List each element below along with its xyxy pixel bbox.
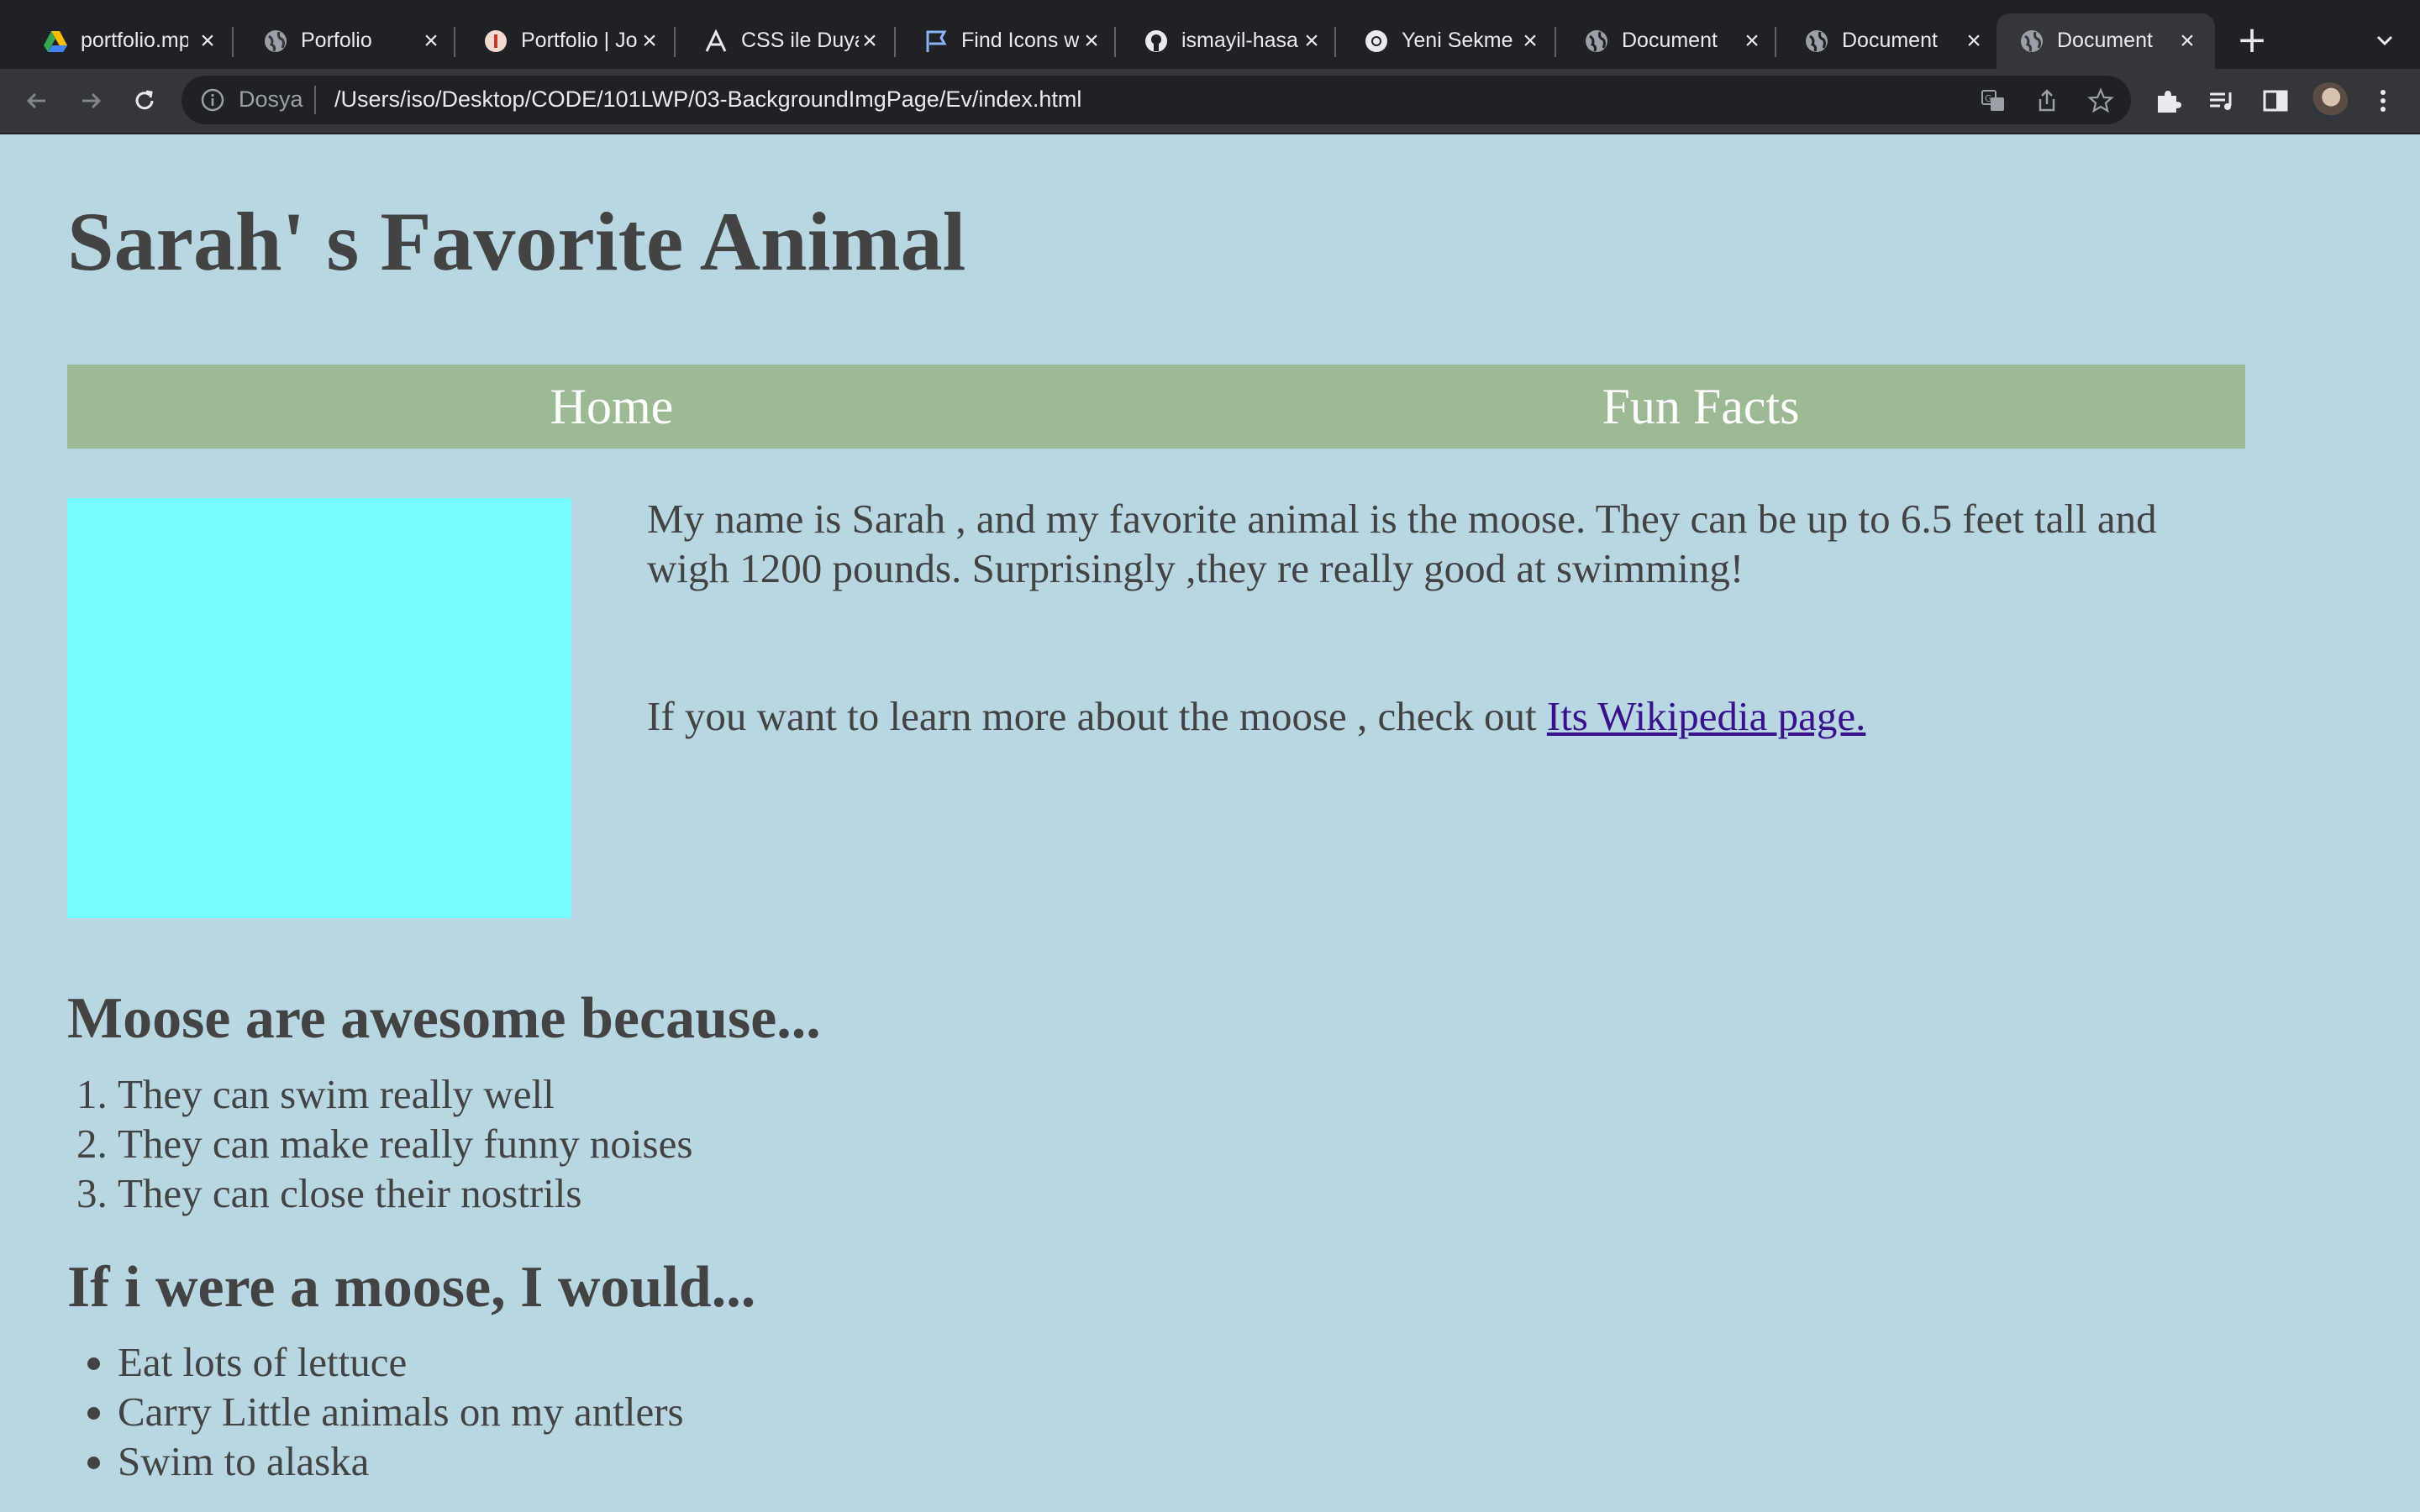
page-title: Sarah' s Favorite Animal xyxy=(67,195,966,288)
intro-paragraph: My name is Sarah , and my favorite anima… xyxy=(647,496,2157,591)
side-panel-icon[interactable] xyxy=(2259,84,2292,118)
new-tab-plus-icon[interactable]: + xyxy=(2235,22,2269,59)
tab-separator xyxy=(1555,27,1556,57)
tab-separator xyxy=(454,27,455,57)
flag-icon xyxy=(924,29,948,53)
tab-title: Yeni Sekme xyxy=(1402,29,1513,52)
media-queue-icon[interactable] xyxy=(2205,84,2238,118)
site-logo-icon xyxy=(484,29,508,53)
tab-document-2[interactable]: Document × xyxy=(1781,13,1991,69)
nav-bar: Home Fun Facts xyxy=(67,365,2245,449)
tab-porfolio[interactable]: Porfolio × xyxy=(240,13,450,69)
address-bar[interactable]: Dosya /Users/iso/Desktop/CODE/101LWP/03-… xyxy=(182,76,2131,124)
moose-image-placeholder xyxy=(67,498,571,918)
tab-title: portfolio.mp4 xyxy=(81,29,188,52)
tab-close-icon[interactable]: × xyxy=(857,29,882,54)
list-item: Swim to alaska xyxy=(118,1436,684,1486)
share-icon[interactable] xyxy=(2033,87,2060,114)
profile-avatar[interactable] xyxy=(2311,82,2348,119)
nav-link-fun-facts[interactable]: Fun Facts xyxy=(1156,365,2245,449)
tab-separator xyxy=(1114,27,1116,57)
tab-portfolio-jo[interactable]: Portfolio | Jo × xyxy=(460,13,671,69)
globe-icon xyxy=(2020,29,2044,53)
tab-close-icon[interactable]: × xyxy=(1518,29,1543,54)
github-icon xyxy=(1144,29,1168,53)
tab-title: Document xyxy=(1842,29,1938,52)
list-item: Carry Little animals on my antlers xyxy=(118,1387,684,1436)
reload-icon[interactable] xyxy=(128,84,161,118)
tab-portfolio-mp4[interactable]: portfolio.mp4 × xyxy=(20,13,227,69)
tab-separator xyxy=(674,27,676,57)
tab-title: ismayil-hasanov xyxy=(1181,29,1299,52)
tab-close-icon[interactable]: × xyxy=(1299,29,1324,54)
awesome-heading: Moose are awesome because... xyxy=(67,986,821,1051)
tab-separator xyxy=(894,27,896,57)
tab-title: Portfolio | Jo xyxy=(521,29,638,52)
tab-separator xyxy=(1334,27,1336,57)
tab-github[interactable]: ismayil-hasanov × xyxy=(1121,13,1331,69)
nav-link-home[interactable]: Home xyxy=(67,365,1156,449)
list-item: Eat lots of lettuce xyxy=(118,1337,684,1387)
wikipedia-link[interactable]: Its Wikipedia page. xyxy=(1547,693,1866,739)
extensions-puzzle-icon[interactable] xyxy=(2151,84,2185,118)
list-item: They can swim really well xyxy=(118,1069,692,1119)
learn-more-paragraph: If you want to learn more about the moos… xyxy=(647,691,2244,741)
tab-title: Find Icons with xyxy=(961,29,1079,52)
globe-icon xyxy=(1585,29,1608,53)
page-viewport: Sarah' s Favorite Animal Home Fun Facts … xyxy=(0,133,2420,1512)
tab-title: CSS ile Duyarlı xyxy=(741,29,859,52)
tab-document-active[interactable]: Document × xyxy=(1996,13,2215,69)
tab-close-icon[interactable]: × xyxy=(637,29,662,54)
bookmark-star-icon[interactable] xyxy=(2087,87,2114,114)
learn-more-text: If you want to learn more about the moos… xyxy=(647,693,1547,739)
would-heading: If i were a moose, I would... xyxy=(67,1255,756,1320)
address-divider xyxy=(314,86,316,114)
translate-icon[interactable]: G xyxy=(1980,87,2007,114)
list-item: They can close their nostrils xyxy=(118,1168,692,1218)
tab-title: Document xyxy=(1622,29,1718,52)
tab-close-icon[interactable]: × xyxy=(2175,29,2200,54)
tab-document-1[interactable]: Document × xyxy=(1561,13,1771,69)
more-menu-icon[interactable] xyxy=(2366,84,2400,118)
tab-close-icon[interactable]: × xyxy=(195,29,220,54)
tab-close-icon[interactable]: × xyxy=(1961,29,1986,54)
tab-close-icon[interactable]: × xyxy=(418,29,444,54)
tab-find-icons[interactable]: Find Icons with × xyxy=(901,13,1111,69)
tab-yeni-sekme[interactable]: Yeni Sekme × xyxy=(1341,13,1551,69)
forward-arrow-icon[interactable] xyxy=(74,84,108,118)
globe-icon xyxy=(1805,29,1828,53)
list-item: They can make really funny noises xyxy=(118,1119,692,1168)
tab-css-ile-duyarli[interactable]: CSS ile Duyarlı × xyxy=(681,13,891,69)
address-url[interactable]: /Users/iso/Desktop/CODE/101LWP/03-Backgr… xyxy=(334,87,1081,113)
info-icon[interactable] xyxy=(200,87,225,113)
address-scheme-label: Dosya xyxy=(239,87,303,112)
tab-separator xyxy=(1775,27,1776,57)
back-arrow-icon[interactable] xyxy=(20,84,54,118)
chevron-down-icon[interactable] xyxy=(2368,24,2402,57)
tab-close-icon[interactable]: × xyxy=(1079,29,1104,54)
tab-title: Document xyxy=(2057,29,2153,52)
browser-toolbar: Dosya /Users/iso/Desktop/CODE/101LWP/03-… xyxy=(0,69,2420,134)
tab-title: Porfolio xyxy=(301,29,372,52)
tab-strip: portfolio.mp4 × Porfolio × Portfolio | J… xyxy=(0,0,2420,69)
chrome-icon xyxy=(1365,29,1388,53)
awesome-list: They can swim really well They can make … xyxy=(67,1069,692,1218)
google-drive-icon xyxy=(44,29,67,53)
would-list: Eat lots of lettuce Carry Little animals… xyxy=(67,1337,684,1486)
tab-close-icon[interactable]: × xyxy=(1739,29,1765,54)
lambda-icon xyxy=(704,29,728,53)
globe-icon xyxy=(264,29,287,53)
tab-separator xyxy=(232,27,234,57)
svg-text:G: G xyxy=(1985,93,1992,104)
